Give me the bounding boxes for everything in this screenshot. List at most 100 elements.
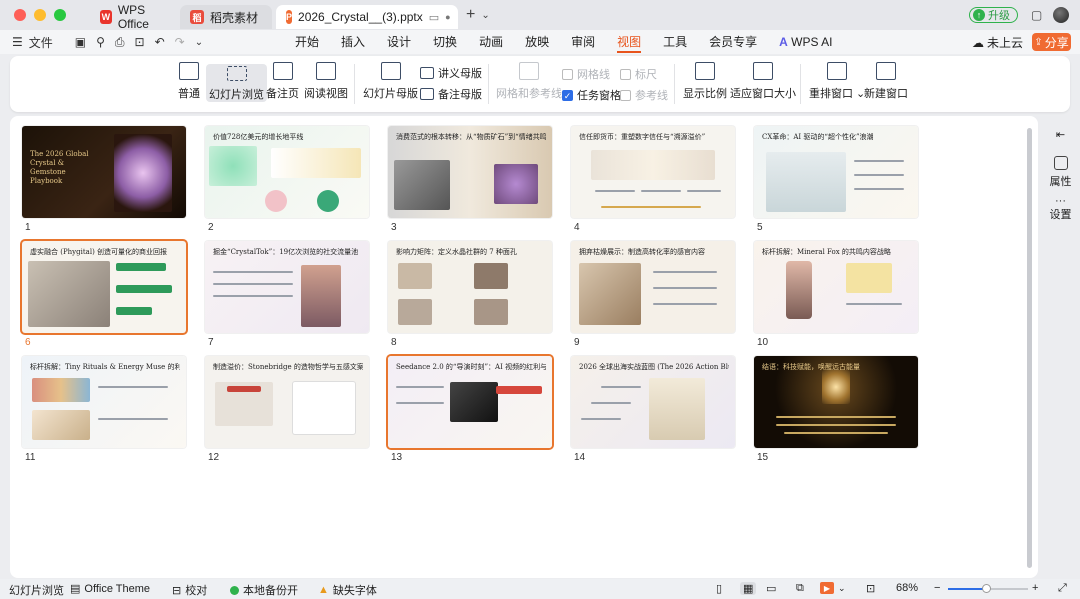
local-backup-button[interactable]: 本地备份开 — [230, 582, 298, 598]
menu-design[interactable]: 设计 — [376, 30, 422, 54]
play-slideshow-button[interactable]: ▶ ⌄ — [820, 582, 846, 594]
gridlines-checkbox[interactable]: 网格线 — [562, 66, 610, 82]
slide-sorter-toggle-icon[interactable]: ▦ — [740, 582, 757, 595]
fit-window-button[interactable]: 适应窗口大小 — [730, 62, 796, 101]
menu-insert[interactable]: 插入 — [330, 30, 376, 54]
slide-thumbnail-7[interactable]: 掘金“CrystalTok”：19亿次浏览的社交流量池 — [205, 241, 369, 333]
fit-window-status-icon[interactable]: ⊡ — [866, 582, 875, 595]
slide-thumbnail-10[interactable]: 标杆拆解：Mineral Fox 的共鸣内容战略 — [754, 241, 918, 333]
slide-sorter-button[interactable]: 幻灯片浏览 — [206, 64, 267, 102]
slide-thumbnail-14[interactable]: 2026 全球出海实战蓝图 (The 2026 Action Blueprint… — [571, 356, 735, 448]
slide-thumbnail-1[interactable]: The 2026 Global Crystal & Gemstone Playb… — [22, 126, 186, 218]
zoom-in-icon[interactable]: + — [1032, 582, 1038, 594]
slide-thumbnail-5[interactable]: CX革命：AI 驱动的“超个性化”浪潮 — [754, 126, 918, 218]
menu-home[interactable]: 开始 — [284, 30, 330, 54]
slide-thumbnail-6[interactable]: 虚实融合 (Phygital) 创造可量化的商业回报 — [22, 241, 186, 333]
text-line — [854, 174, 904, 176]
monitor-icon[interactable]: ▭ — [429, 11, 439, 24]
slide-master-button[interactable]: 幻灯片母版 — [363, 62, 418, 101]
zoom-window-button[interactable] — [54, 9, 66, 21]
menu-tools[interactable]: 工具 — [652, 30, 698, 54]
slide-thumbnail-13[interactable]: Seedance 2.0 的“导演时刻”：AI 视频的红利与红线 — [388, 356, 552, 448]
cloud-label: 未上云 — [987, 36, 1024, 50]
menu-transitions[interactable]: 切换 — [422, 30, 468, 54]
scrollbar-thumb[interactable] — [1027, 128, 1032, 568]
menu-slideshow[interactable]: 放映 — [514, 30, 560, 54]
text-line — [641, 190, 681, 192]
slide-number: 11 — [25, 452, 36, 463]
cloud-status-button[interactable]: ☁ 未上云 — [972, 34, 1023, 51]
slide-thumbnail-8[interactable]: 影响力矩阵：定义水晶社群的 7 种面孔 — [388, 241, 552, 333]
redo-icon[interactable]: ↷ — [175, 35, 185, 49]
save-icon[interactable]: ▣ — [75, 35, 86, 49]
grid-guides-button[interactable]: 网格和参考线 — [496, 62, 562, 101]
slide-thumbnail-15[interactable]: 结语：科技赋能，唤醒远古能量 — [754, 356, 918, 448]
normal-view-toggle-icon[interactable]: ▯ — [716, 582, 722, 595]
checkmark-icon: ✓ — [562, 89, 573, 101]
slide-thumbnail-4[interactable]: 信任即货币：重塑数字信任与“溯源溢价” — [571, 126, 735, 218]
menu-review[interactable]: 审阅 — [560, 30, 606, 54]
unsaved-dot-icon: ● — [445, 12, 451, 22]
minimize-window-button[interactable] — [34, 9, 46, 21]
candle-image — [32, 410, 90, 440]
theme-status[interactable]: ▤ Office Theme — [70, 582, 150, 596]
upgrade-button[interactable]: ↑ 升级 — [969, 7, 1018, 23]
slide-number: 6 — [25, 337, 31, 348]
file-menu[interactable]: 文件 — [29, 34, 53, 51]
tab-document[interactable]: P 2026_Crystal__(3).pptx ▭ ● — [276, 5, 458, 29]
task-pane-checkbox[interactable]: ✓ 任务窗格 — [562, 87, 621, 103]
settings-button[interactable]: ··· 设置 — [1041, 196, 1080, 222]
zoom-slider[interactable] — [948, 584, 1028, 593]
notes-master-button[interactable]: 备注母版 — [420, 86, 482, 102]
new-tab-icon[interactable]: + — [466, 6, 475, 24]
menu-animations[interactable]: 动画 — [468, 30, 514, 54]
zoom-slider-knob[interactable] — [982, 584, 991, 593]
fullscreen-icon[interactable]: ⤢ — [1058, 582, 1067, 595]
window-layout-icon[interactable]: ▢ — [1031, 8, 1042, 22]
hamburger-menu-icon[interactable]: ☰ — [12, 35, 23, 49]
sliders-icon — [1053, 156, 1068, 170]
proofread-button[interactable]: ⊟ 校对 — [172, 582, 207, 598]
slide-thumbnail-11[interactable]: 标杆拆解：Tiny Rituals & Energy Muse 的利基心智 — [22, 356, 186, 448]
green-crystal-image — [209, 146, 257, 186]
slide-title: 虚实融合 (Phygital) 创造可量化的商业回报 — [30, 248, 168, 256]
collapse-panel-icon[interactable]: ⇤ — [1041, 128, 1080, 141]
notes-page-button[interactable]: 备注页 — [266, 62, 299, 101]
slide-thumbnail-9[interactable]: 拥弃枯燥展示：制造高转化率的感官内容 — [571, 241, 735, 333]
reading-view-button[interactable]: 阅读视图 — [304, 62, 348, 101]
close-window-button[interactable] — [14, 9, 26, 21]
tab-wps-office[interactable]: W WPS Office — [90, 3, 180, 31]
slide-thumbnail-12[interactable]: 制造溢价：Stonebridge 的造物哲学与五感文案 — [205, 356, 369, 448]
preview-icon[interactable]: ⊡ — [135, 35, 145, 49]
reading-view-toggle-icon[interactable]: ▭ — [766, 582, 776, 595]
upgrade-label: 升级 — [988, 10, 1010, 22]
arrange-windows-button[interactable]: 重排窗口 ⌄ — [809, 62, 865, 101]
menu-wps-ai[interactable]: A WPS AI — [768, 30, 843, 54]
slide-thumbnail-3[interactable]: 消费范式的根本转移：从“物质矿石”到“情绪共鸣” — [388, 126, 552, 218]
menu-view[interactable]: 视图 — [606, 30, 652, 54]
share-button[interactable]: ⇪ 分享 — [1032, 33, 1071, 51]
print-icon[interactable]: ⎙ — [115, 35, 125, 50]
guides-checkbox[interactable]: 参考线 — [620, 87, 668, 103]
new-window-button[interactable]: 新建窗口 — [864, 62, 908, 101]
avatar[interactable] — [1053, 7, 1069, 23]
notes-master-icon — [420, 88, 434, 100]
menu-member[interactable]: 会员专享 — [698, 30, 768, 54]
share-link-icon[interactable]: ⚲ — [96, 35, 105, 49]
normal-view-button[interactable]: 普通 — [178, 62, 200, 101]
vertical-scrollbar[interactable] — [1026, 118, 1034, 576]
presenter-view-icon[interactable]: ⧉ — [796, 582, 804, 595]
more-dropdown-icon[interactable]: ⌄ — [195, 37, 203, 48]
zoom-ratio-icon — [695, 62, 715, 80]
tab-dropdown-icon[interactable]: ⌄ — [481, 10, 489, 21]
tab-daoke[interactable]: 稻 稻壳素材 — [180, 5, 272, 29]
undo-icon[interactable]: ↶ — [155, 35, 165, 49]
slide-thumbnail-2[interactable]: 价值728亿美元的增长地平线 — [205, 126, 369, 218]
ruler-checkbox[interactable]: 标尺 — [620, 66, 657, 82]
handout-master-button[interactable]: 讲义母版 — [420, 65, 482, 81]
missing-font-button[interactable]: ▲ 缺失字体 — [318, 582, 377, 598]
zoom-ratio-button[interactable]: 显示比例 — [683, 62, 727, 101]
properties-button[interactable]: 属性 — [1041, 156, 1080, 189]
zoom-out-icon[interactable]: − — [934, 582, 940, 594]
zoom-level[interactable]: 68% — [896, 582, 918, 594]
